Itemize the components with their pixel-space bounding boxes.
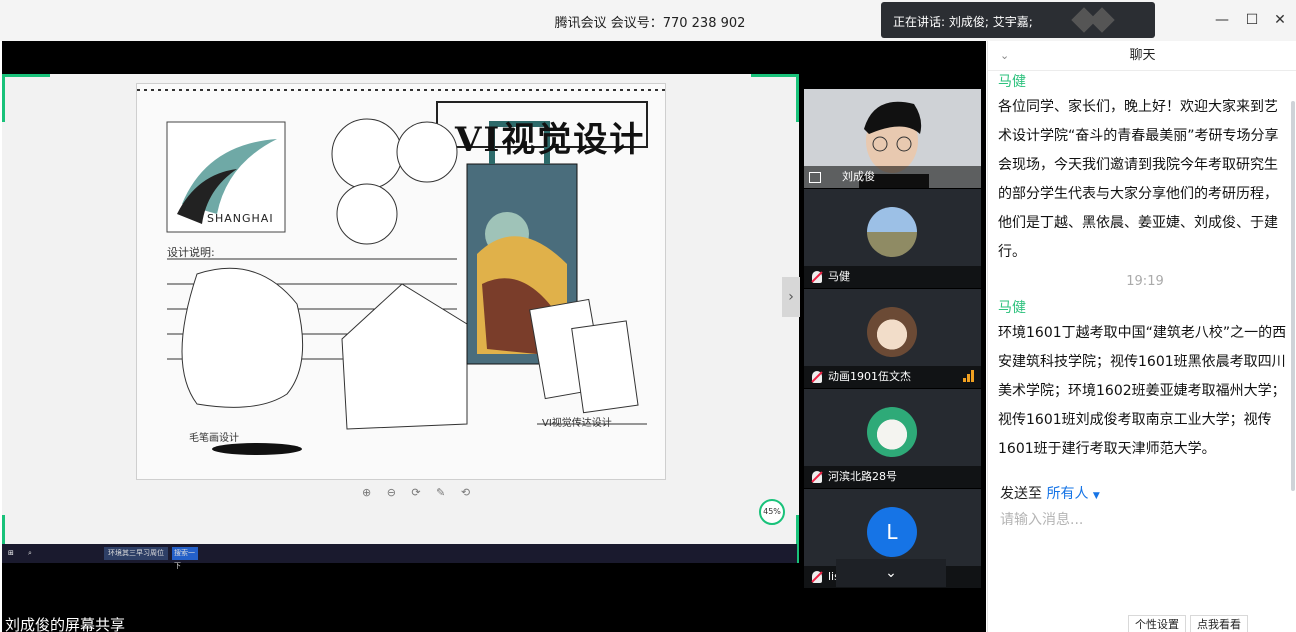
participant-avatar-letter: L [867, 507, 917, 557]
zoom-controls[interactable]: ⊕ ⊖ ⟳ ✎ ⟲ [362, 486, 476, 499]
chat-scrollbar[interactable] [1291, 101, 1295, 491]
participant-avatar [867, 207, 917, 257]
participant-avatar [867, 307, 917, 357]
message-sender: 马健 [998, 74, 1026, 90]
chat-messages: 马健 各位同学、家长们，晚上好！欢迎大家来到艺术设计学院“奋斗的青春最美丽”考研… [998, 71, 1292, 476]
send-target-dropdown[interactable]: 所有人 [1046, 486, 1088, 502]
send-to-row: 发送至 所有人 ▼ [1000, 483, 1100, 503]
shared-artwork: VI视觉设计 SHANGHAI 设计说明: 毛笔画设计 VI视觉传达设计 [136, 83, 666, 480]
share-label-text: 刘成俊的屏幕共享 [5, 616, 126, 632]
message-text: 各位同学、家长们，晚上好！欢迎大家来到艺术设计学院“奋斗的青春最美丽”考研专场分… [998, 99, 1279, 260]
view-button[interactable]: 点我看看 [1190, 615, 1248, 632]
collapse-panel-button[interactable]: › [782, 277, 800, 317]
artwork-shanghai: SHANGHAI [207, 212, 274, 225]
artwork-title: VI视觉设计 [455, 120, 646, 160]
participant-tile[interactable]: 河滨北路28号 [804, 389, 981, 488]
mic-muted-icon [812, 471, 822, 483]
participant-name: 动画1901伍文杰 [828, 370, 911, 383]
shared-taskbar: ⊞ ⌕ 环境其三早习周位 搜索一下 [2, 544, 797, 570]
participant-name: 刘成俊 [842, 170, 875, 183]
speaker-avatar [1089, 7, 1115, 33]
taskbar-item: 搜索一下 [172, 547, 198, 570]
windows-start-icon: ⊞ [8, 549, 14, 557]
participant-name: 马健 [828, 270, 850, 283]
mic-muted-icon [812, 571, 822, 583]
participant-name: 河滨北路28号 [828, 470, 897, 483]
expand-participants-button[interactable]: ⌄ [836, 559, 946, 587]
zoom-percent-badge: 45% [759, 499, 785, 525]
speaker-avatars [1071, 7, 1121, 33]
artwork-note: 毛笔画设计 [189, 433, 239, 444]
chat-panel: ⌄ 聊天 马健 各位同学、家长们，晚上好！欢迎大家来到艺术设计学院“奋斗的青春最… [987, 41, 1296, 632]
message-text: 环境1601丁越考取中国“建筑老八校”之一的西安建筑科技学院；视传1601班黑依… [998, 325, 1287, 457]
chat-header: ⌄ 聊天 [988, 41, 1296, 71]
meeting-window: 腾讯会议 会议号：770 238 902 正在讲话: 刘成俊; 艾宇嘉; — ☐… [0, 0, 1296, 632]
participant-name-bar: 刘成俊 [804, 166, 981, 188]
mic-muted-icon [812, 371, 822, 383]
message-sender: 马健 [998, 300, 1026, 316]
taskbar-item: 环境其三早习周位 [104, 547, 168, 560]
participant-tile[interactable]: 动画1901伍文杰 [804, 289, 981, 388]
maximize-button[interactable]: ☐ [1242, 10, 1262, 30]
screen-share-icon [809, 172, 821, 183]
participant-name-bar: 马健 [804, 266, 981, 288]
share-frame-corner [751, 74, 799, 122]
taskbar-search-icon: ⌕ [28, 549, 32, 557]
participant-name-bar: 河滨北路28号 [804, 466, 981, 488]
share-frame-corner [2, 74, 50, 122]
message-timestamp: 19:19 [1126, 274, 1164, 289]
participant-avatar [867, 407, 917, 457]
chevron-down-icon[interactable]: ▼ [1093, 491, 1100, 501]
personal-settings-button[interactable]: 个性设置 [1128, 615, 1186, 632]
screen-share-view[interactable]: VI视觉设计 SHANGHAI 设计说明: 毛笔画设计 VI视觉传达设计 ⊕ ⊖… [2, 74, 799, 563]
minimize-button[interactable]: — [1212, 10, 1232, 30]
speaking-indicator: 正在讲话: 刘成俊; 艾宇嘉; [881, 2, 1155, 38]
speaking-text: 正在讲话: 刘成俊; 艾宇嘉; [893, 15, 1033, 29]
artwork-note: VI视觉传达设计 [542, 418, 612, 429]
chevron-down-icon[interactable]: ⌄ [1000, 41, 1009, 71]
chat-title: 聊天 [1129, 48, 1156, 63]
send-to-label: 发送至 [1000, 486, 1042, 502]
close-button[interactable]: ✕ [1270, 10, 1290, 30]
network-signal-icon [963, 370, 975, 382]
participant-panel: 刘成俊 马健 动画1901伍文杰 河滨北路28号 L [804, 89, 981, 588]
participant-name-bar: 动画1901伍文杰 [804, 366, 981, 388]
title-bar: 腾讯会议 会议号：770 238 902 正在讲话: 刘成俊; 艾宇嘉; — ☐… [0, 0, 1296, 41]
participant-tile[interactable]: 刘成俊 [804, 89, 981, 188]
artwork-note: 设计说明: [167, 246, 215, 259]
participant-tile[interactable]: 马健 [804, 189, 981, 288]
mic-muted-icon [812, 271, 822, 283]
screen-share-label: 刘成俊的屏幕共享 [5, 614, 125, 632]
chat-input[interactable] [1000, 508, 1280, 532]
